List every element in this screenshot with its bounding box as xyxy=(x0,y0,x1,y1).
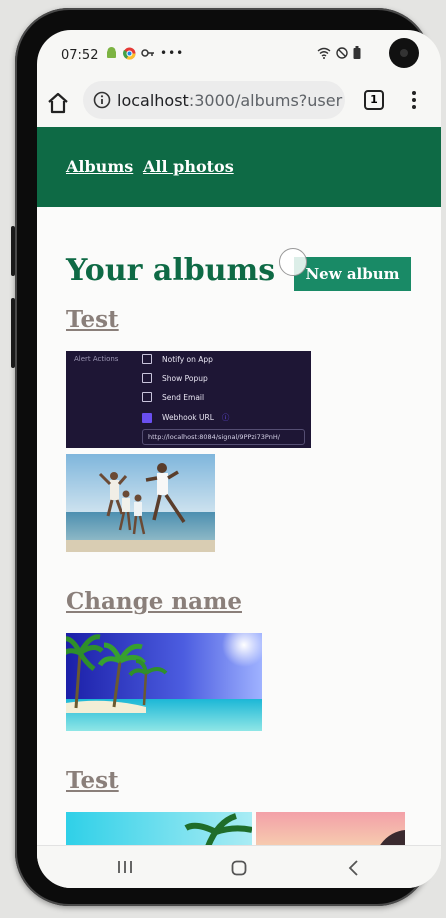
option-label: Send Email xyxy=(162,392,205,402)
url-path: :3000/albums?user xyxy=(188,90,343,110)
checkbox-icon xyxy=(142,392,152,402)
address-bar[interactable]: localhost:3000/albums?user xyxy=(83,81,345,119)
album-title[interactable]: Change name xyxy=(66,588,242,615)
chrome-color-icon xyxy=(123,47,136,60)
screenshot-option-row: Show Popup xyxy=(142,373,208,383)
home-icon[interactable] xyxy=(45,90,71,116)
family-beach-image xyxy=(66,454,215,552)
phone-frame: 07:52 ••• localhost:3000/albums?user 1 xyxy=(11,8,441,906)
site-navbar: Albums All photos xyxy=(37,127,441,207)
browser-menu-icon[interactable] xyxy=(407,88,421,112)
option-label: Webhook URL xyxy=(162,413,214,422)
screenshot-option-row: Send Email xyxy=(142,392,204,402)
page-title: Your albums xyxy=(66,253,276,288)
android-navigation-bar xyxy=(37,845,441,888)
option-label: Notify on App xyxy=(162,354,213,364)
status-bar: 07:52 ••• xyxy=(37,30,441,80)
touch-indicator xyxy=(279,248,307,276)
battery-icon xyxy=(353,46,361,59)
webhook-url-field: http://localhost:8084/signal/9PPzi73PnH/ xyxy=(142,429,305,445)
screenshot-option-row: Webhook URL ⓘ xyxy=(142,412,229,423)
option-label: Show Popup xyxy=(162,373,208,383)
bixby-button xyxy=(11,298,15,368)
phone-screen: 07:52 ••• localhost:3000/albums?user 1 xyxy=(37,30,441,888)
nav-albums-link[interactable]: Albums xyxy=(66,157,133,176)
web-page: Albums All photos Your albums New album … xyxy=(37,127,441,847)
front-camera xyxy=(389,38,419,68)
url-host: localhost xyxy=(117,90,189,110)
checkbox-icon xyxy=(142,373,152,383)
browser-toolbar: localhost:3000/albums?user 1 xyxy=(37,78,441,128)
android-icon xyxy=(107,46,116,58)
volume-button xyxy=(11,226,15,276)
checked-checkbox-icon xyxy=(142,412,152,423)
screenshot-option-row: Notify on App xyxy=(142,354,213,364)
tab-switcher-button[interactable]: 1 xyxy=(364,90,384,110)
recent-apps-icon[interactable] xyxy=(117,860,133,874)
checkbox-icon xyxy=(142,354,152,364)
palm-sky-image xyxy=(66,812,252,847)
photo-thumbnail-sunset[interactable] xyxy=(256,812,405,847)
back-icon[interactable] xyxy=(347,860,359,876)
nav-all-photos-link[interactable]: All photos xyxy=(143,157,234,176)
photo-thumbnail-tropical-beach[interactable] xyxy=(66,633,262,731)
do-not-disturb-icon xyxy=(336,46,348,59)
album-title[interactable]: Test xyxy=(66,306,119,333)
photo-thumbnail-palm[interactable] xyxy=(66,812,252,847)
sunset-image xyxy=(256,812,405,847)
photo-thumbnail-family-beach[interactable] xyxy=(66,454,215,552)
tropical-beach-image xyxy=(66,633,262,731)
album-title[interactable]: Test xyxy=(66,767,119,794)
info-icon[interactable] xyxy=(93,91,111,109)
photo-thumbnail-screenshot[interactable]: Alert Actions Notify on App Show Popup S… xyxy=(66,351,311,448)
new-album-button[interactable]: New album xyxy=(294,257,411,291)
home-nav-icon[interactable] xyxy=(231,860,247,876)
status-time: 07:52 xyxy=(61,48,99,63)
screenshot-side-label: Alert Actions xyxy=(74,355,119,363)
more-dots-icon: ••• xyxy=(160,46,185,60)
key-icon xyxy=(141,49,154,57)
wifi-icon xyxy=(317,47,331,59)
help-icon: ⓘ xyxy=(221,413,230,422)
